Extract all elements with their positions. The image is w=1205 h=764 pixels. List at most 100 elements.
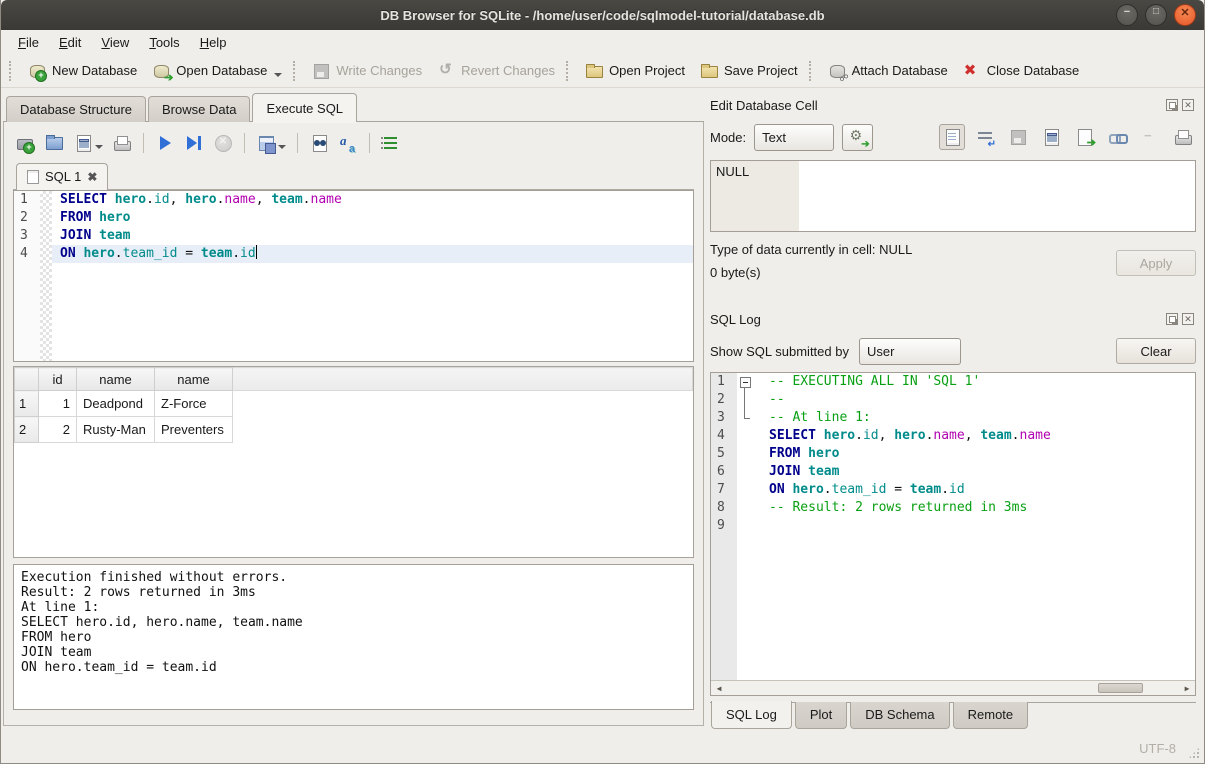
close-dock-icon[interactable]: [1182, 99, 1194, 111]
scroll-left-icon[interactable]: ◀: [711, 681, 727, 695]
print-sql-button[interactable]: [112, 133, 132, 153]
toolbar-separator: [297, 133, 298, 153]
code-line[interactable]: 8-- Result: 2 rows returned in 3ms: [711, 499, 1195, 517]
menu-edit[interactable]: Edit: [50, 32, 90, 53]
text-mode-button[interactable]: [939, 124, 965, 150]
bottom-tab-plot[interactable]: Plot: [795, 702, 847, 729]
code-line[interactable]: 3JOIN team: [14, 227, 693, 245]
header-filler: [233, 368, 693, 391]
table-cell[interactable]: 2: [39, 417, 77, 443]
column-header[interactable]: id: [39, 368, 77, 391]
save-results-button[interactable]: [256, 133, 286, 153]
close-sql-tab-icon[interactable]: ✖: [87, 170, 97, 184]
tab-execute-sql[interactable]: Execute SQL: [252, 93, 357, 122]
stop-execution-button[interactable]: [213, 133, 233, 153]
bottom-tab-db-schema[interactable]: DB Schema: [850, 702, 949, 729]
resize-grip-icon[interactable]: [1188, 747, 1200, 759]
toolbar-button-label: Attach Database: [852, 63, 948, 78]
line-number: 3: [711, 409, 737, 427]
float-dock-icon[interactable]: [1166, 99, 1178, 111]
table-cell[interactable]: Rusty-Man: [77, 417, 155, 443]
code-line[interactable]: 1-- EXECUTING ALL IN 'SQL 1': [711, 373, 1195, 391]
menu-view[interactable]: View: [92, 32, 138, 53]
table-cell[interactable]: Deadpond: [77, 391, 155, 417]
bottom-tab-remote[interactable]: Remote: [953, 702, 1029, 729]
maximize-icon[interactable]: [1145, 4, 1167, 26]
toolbar-button-label: Write Changes: [336, 63, 422, 78]
open-project-button[interactable]: Open Project: [577, 57, 692, 85]
code-line[interactable]: 3-- At line 1:: [711, 409, 1195, 427]
table-row[interactable]: 22Rusty-ManPreventers: [15, 417, 693, 443]
tab-database-structure[interactable]: Database Structure: [6, 96, 146, 122]
code-line[interactable]: 4SELECT hero.id, hero.name, team.name: [711, 427, 1195, 445]
minimize-icon[interactable]: [1116, 4, 1138, 26]
scroll-right-icon[interactable]: ▶: [1179, 681, 1195, 695]
menu-file[interactable]: File: [9, 32, 48, 53]
menu-help[interactable]: Help: [191, 32, 236, 53]
revert-changes-button[interactable]: Revert Changes: [429, 57, 562, 85]
write-changes-button[interactable]: Write Changes: [304, 57, 429, 85]
cell-mode-row: Mode: Text: [710, 122, 1196, 152]
toolbar-button-label: Save Project: [724, 63, 798, 78]
table-row[interactable]: 11DeadpondZ-Force: [15, 391, 693, 417]
open-database-button[interactable]: Open Database: [144, 57, 289, 85]
code-line[interactable]: 2--: [711, 391, 1195, 409]
apply-button[interactable]: Apply: [1116, 250, 1196, 276]
table-cell[interactable]: 1: [39, 391, 77, 417]
auto-complete-button[interactable]: [338, 133, 358, 153]
filter-label: Show SQL submitted by: [710, 344, 849, 359]
close-dock-icon[interactable]: [1182, 313, 1194, 325]
sql-log-view[interactable]: 1-- EXECUTING ALL IN 'SQL 1'2--3-- At li…: [710, 372, 1196, 696]
scrollbar-track[interactable]: [727, 682, 1179, 694]
bottom-tab-sql-log[interactable]: SQL Log: [711, 701, 792, 729]
table-cell[interactable]: Preventers: [155, 417, 233, 443]
print-cell-button[interactable]: [1170, 124, 1196, 150]
code-line[interactable]: 5FROM hero: [711, 445, 1195, 463]
clear-log-button[interactable]: Clear: [1116, 338, 1196, 364]
horizontal-scrollbar[interactable]: ◀ ▶: [711, 680, 1195, 695]
execute-current-line-button[interactable]: [184, 133, 204, 153]
save-sql-file-button[interactable]: [73, 133, 103, 153]
new-database-button[interactable]: New Database: [20, 57, 144, 85]
code-line[interactable]: 4ON hero.team_id = team.id: [14, 245, 693, 263]
float-dock-icon[interactable]: [1166, 313, 1178, 325]
sql-editor[interactable]: 1SELECT hero.id, hero.name, team.name2FR…: [13, 190, 694, 362]
new-sql-tab-button[interactable]: [15, 133, 35, 153]
export-data-button[interactable]: [1071, 124, 1097, 150]
execution-log[interactable]: Execution finished without errors. Resul…: [13, 564, 694, 710]
scrollbar-thumb[interactable]: [1098, 683, 1143, 693]
code-line[interactable]: 2FROM hero: [14, 209, 693, 227]
mode-select[interactable]: Text: [754, 124, 834, 151]
table-cell[interactable]: Z-Force: [155, 391, 233, 417]
auto-mode-button[interactable]: [842, 124, 873, 151]
set-null-button[interactable]: [1137, 124, 1163, 150]
find-button[interactable]: [309, 133, 329, 153]
word-wrap-button[interactable]: [972, 124, 998, 150]
sql-log-filter-row: Show SQL submitted by User Clear: [710, 336, 1196, 366]
sql-doc-tab[interactable]: SQL 1 ✖: [16, 163, 108, 190]
save-project-button[interactable]: Save Project: [692, 57, 805, 85]
close-database-button[interactable]: Close Database: [955, 57, 1087, 85]
open-sql-file-icon: [44, 133, 64, 153]
cell-info: Type of data currently in cell: NULL 0 b…: [710, 242, 1196, 294]
execute-sql-button[interactable]: [155, 133, 175, 153]
column-header[interactable]: name: [77, 368, 155, 391]
new-database-icon: [27, 61, 47, 81]
menu-tools[interactable]: Tools: [140, 32, 188, 53]
open-in-app-button[interactable]: [1104, 124, 1130, 150]
code-line[interactable]: 1SELECT hero.id, hero.name, team.name: [14, 191, 693, 209]
open-sql-file-button[interactable]: [44, 133, 64, 153]
tab-browse-data[interactable]: Browse Data: [148, 96, 250, 122]
format-sql-button[interactable]: [381, 133, 401, 153]
code-line[interactable]: 7ON hero.team_id = team.id: [711, 481, 1195, 499]
attach-database-button[interactable]: Attach Database: [820, 57, 955, 85]
code-line[interactable]: 9: [711, 517, 1195, 535]
submitter-select[interactable]: User: [859, 338, 961, 365]
column-header[interactable]: name: [155, 368, 233, 391]
close-icon[interactable]: [1174, 4, 1196, 26]
import-data-button[interactable]: [1005, 124, 1031, 150]
code-line[interactable]: 6JOIN team: [711, 463, 1195, 481]
save-as-button[interactable]: [1038, 124, 1064, 150]
results-grid[interactable]: idnamename11DeadpondZ-Force22Rusty-ManPr…: [13, 366, 694, 558]
cell-value-editor[interactable]: NULL: [710, 160, 1196, 232]
